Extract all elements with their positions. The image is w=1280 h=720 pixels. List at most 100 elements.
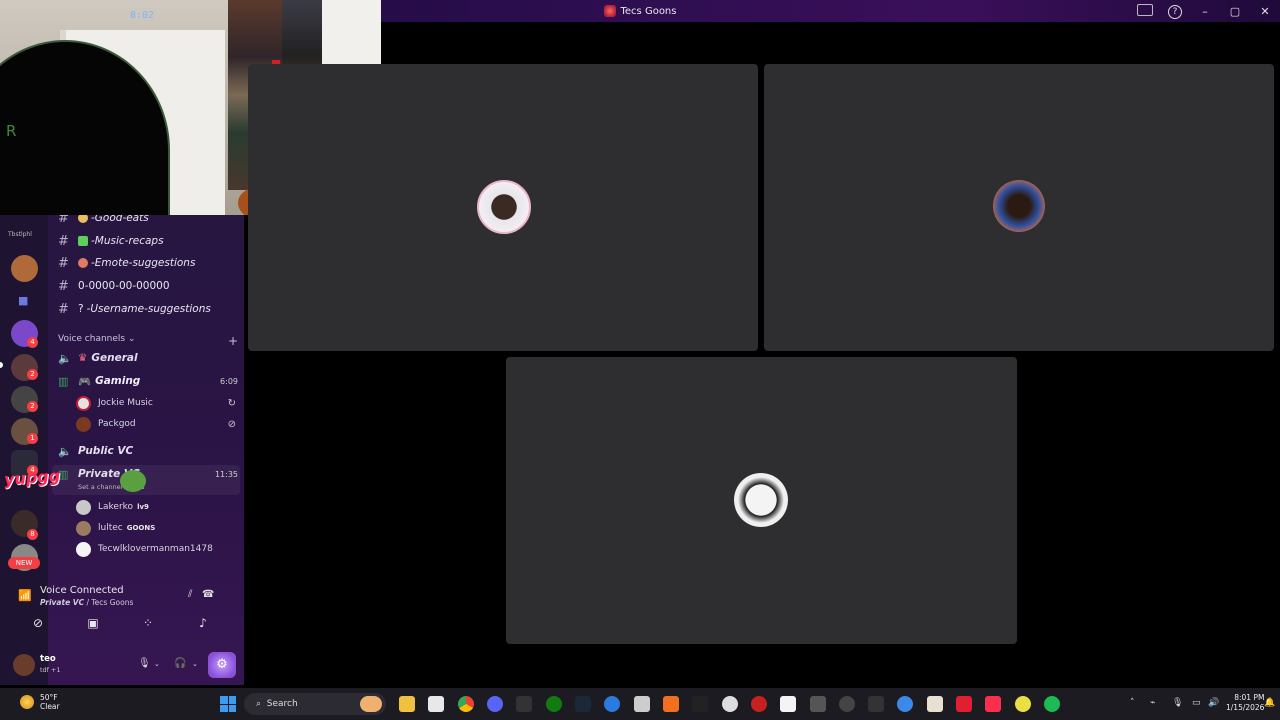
- voice-user[interactable]: Jockie Music ↻: [76, 393, 236, 413]
- user-status: tdf +1: [40, 666, 61, 674]
- voice-user[interactable]: Tecwlklovermanman1478: [76, 539, 236, 559]
- app-icon[interactable]: [516, 696, 532, 712]
- edge-icon[interactable]: [897, 696, 913, 712]
- user-name: Packgod: [98, 419, 136, 429]
- screen-share-button[interactable]: ▣: [71, 616, 115, 636]
- channel-unicode[interactable]: # 0-0000-00-00000: [58, 276, 170, 296]
- app-icon[interactable]: [780, 696, 796, 712]
- xbox-icon[interactable]: [546, 696, 562, 712]
- channel-music-recaps[interactable]: # -Music-recaps: [58, 231, 164, 251]
- close-button[interactable]: ✕: [1250, 5, 1280, 18]
- channel-name: General: [91, 352, 138, 364]
- temperature: 50°F: [40, 693, 58, 702]
- channel-name: 0-0000-00-00000: [78, 280, 170, 292]
- voice-location[interactable]: Private VC / Tecs Goons: [40, 598, 133, 607]
- mention-badge: 2: [27, 369, 38, 380]
- camera-off-button[interactable]: ⊘: [16, 616, 60, 636]
- chevron-down-icon[interactable]: ⌄: [154, 660, 160, 668]
- activities-button[interactable]: ⁘: [126, 616, 170, 636]
- chevron-down-icon[interactable]: ⌄: [192, 660, 198, 668]
- app-icon[interactable]: [927, 696, 943, 712]
- soundboard-button[interactable]: ♪: [181, 616, 225, 636]
- voice-user[interactable]: lultec GOONS: [76, 518, 236, 538]
- weather-widget[interactable]: 50°F Clear: [20, 693, 60, 711]
- voice-status: Voice Connected: [40, 585, 124, 596]
- voice-user[interactable]: Packgod ⊘: [76, 414, 236, 434]
- app-icon[interactable]: [751, 696, 767, 712]
- spotify-icon[interactable]: [1044, 696, 1060, 712]
- noise-suppression-icon[interactable]: ⫽: [188, 589, 192, 600]
- display-icon[interactable]: ▭: [1192, 698, 1201, 708]
- microphone-icon[interactable]: 🎙: [138, 658, 151, 669]
- voice-section-header[interactable]: Voice channels ⌄ +: [58, 334, 238, 348]
- server-label: Tbstlphl: [8, 231, 32, 238]
- notification-icon[interactable]: 🔔: [1264, 698, 1275, 708]
- question-emoji: ?: [78, 303, 84, 315]
- taskbar-clock[interactable]: 8:01 PM 1/15/2026: [1226, 693, 1264, 713]
- avatar: [76, 520, 91, 536]
- activity-icon: ▥: [58, 467, 69, 481]
- app-icon[interactable]: [692, 696, 708, 712]
- video-tile[interactable]: [506, 357, 1017, 644]
- add-channel-icon[interactable]: +: [228, 334, 238, 348]
- voice-channel-public[interactable]: 🔈 Public VC: [58, 441, 238, 461]
- voice-panel: 📶 Voice Connected Private VC / Tecs Goon…: [8, 580, 236, 680]
- voice-channel-private[interactable]: ▥ Private VC 11:35: [58, 464, 238, 484]
- app-icon[interactable]: [1015, 696, 1031, 712]
- participant-avatar: [734, 473, 788, 527]
- maximize-button[interactable]: ▢: [1220, 5, 1250, 18]
- browser-icon[interactable]: [604, 696, 620, 712]
- chevron-up-icon[interactable]: ˄: [1130, 698, 1135, 708]
- discord-icon[interactable]: [487, 696, 503, 712]
- user-name: Tecwlklovermanman1478: [98, 544, 213, 554]
- help-icon[interactable]: ?: [1160, 4, 1190, 19]
- video-tile[interactable]: [248, 64, 758, 351]
- window-title-text: Tecs Goons: [620, 5, 677, 17]
- mention-badge: 2: [27, 401, 38, 412]
- folder-icon[interactable]: ■: [18, 294, 28, 307]
- minimize-button[interactable]: –: [1190, 5, 1220, 18]
- settings-icon[interactable]: [722, 696, 738, 712]
- video-tile[interactable]: [764, 64, 1274, 351]
- taskbar-search[interactable]: ⌕ Search: [244, 693, 386, 715]
- app-icon[interactable]: [663, 696, 679, 712]
- app-icon[interactable]: [839, 696, 855, 712]
- mic-tray-icon[interactable]: 🎙: [1172, 698, 1183, 708]
- chrome-icon[interactable]: [458, 696, 474, 712]
- inbox-icon[interactable]: [1130, 3, 1160, 19]
- start-icon[interactable]: [220, 696, 236, 712]
- music-icon[interactable]: [985, 696, 1001, 712]
- network-icon[interactable]: ⌁: [1150, 698, 1155, 708]
- avatar: [76, 541, 91, 557]
- taskbar: 50°F Clear ⌕ Search ˄ ⌁ 🎙 ▭ 🔊 8:01 PM 1/…: [0, 688, 1280, 720]
- channel-name: -Username-suggestions: [86, 303, 211, 315]
- app-icon[interactable]: [956, 696, 972, 712]
- channel-name: -Emote-suggestions: [91, 257, 196, 269]
- window-title: Tecs Goons: [603, 5, 677, 17]
- user-tag: lv9: [137, 503, 149, 511]
- chevron-down-icon: ⌄: [128, 334, 136, 344]
- voice-channel-gaming[interactable]: ▥ 🎮 Gaming 6:09: [58, 371, 238, 391]
- steam-icon[interactable]: [575, 696, 591, 712]
- settings-gear-icon[interactable]: ⚙: [208, 652, 236, 678]
- channel-emote-suggestions[interactable]: # -Emote-suggestions: [58, 253, 195, 273]
- voice-channel-general[interactable]: 🔈 ♛ General: [58, 348, 238, 368]
- app-icon[interactable]: [868, 696, 884, 712]
- app-icon[interactable]: [810, 696, 826, 712]
- volume-icon[interactable]: 🔊: [1208, 698, 1219, 708]
- app-icon[interactable]: [634, 696, 650, 712]
- clock-date: 1/15/2026: [1226, 703, 1265, 712]
- emoji-icon: ♛: [78, 352, 88, 364]
- window-controls: ? – ▢ ✕: [1130, 0, 1280, 22]
- server-icon[interactable]: [11, 255, 38, 282]
- hash-icon: #: [58, 215, 69, 226]
- channel-username-suggestions[interactable]: # ? -Username-suggestions: [58, 299, 211, 319]
- user-avatar[interactable]: [13, 654, 35, 676]
- store-icon[interactable]: [428, 696, 444, 712]
- file-explorer-icon[interactable]: [399, 696, 415, 712]
- emoji-icon: [78, 215, 88, 223]
- channel-good-eats[interactable]: # -Good-eats: [58, 215, 149, 228]
- voice-user[interactable]: Lakerko lv9: [76, 497, 236, 517]
- headphones-icon[interactable]: 🎧: [174, 658, 186, 669]
- disconnect-icon[interactable]: ☎: [202, 589, 214, 600]
